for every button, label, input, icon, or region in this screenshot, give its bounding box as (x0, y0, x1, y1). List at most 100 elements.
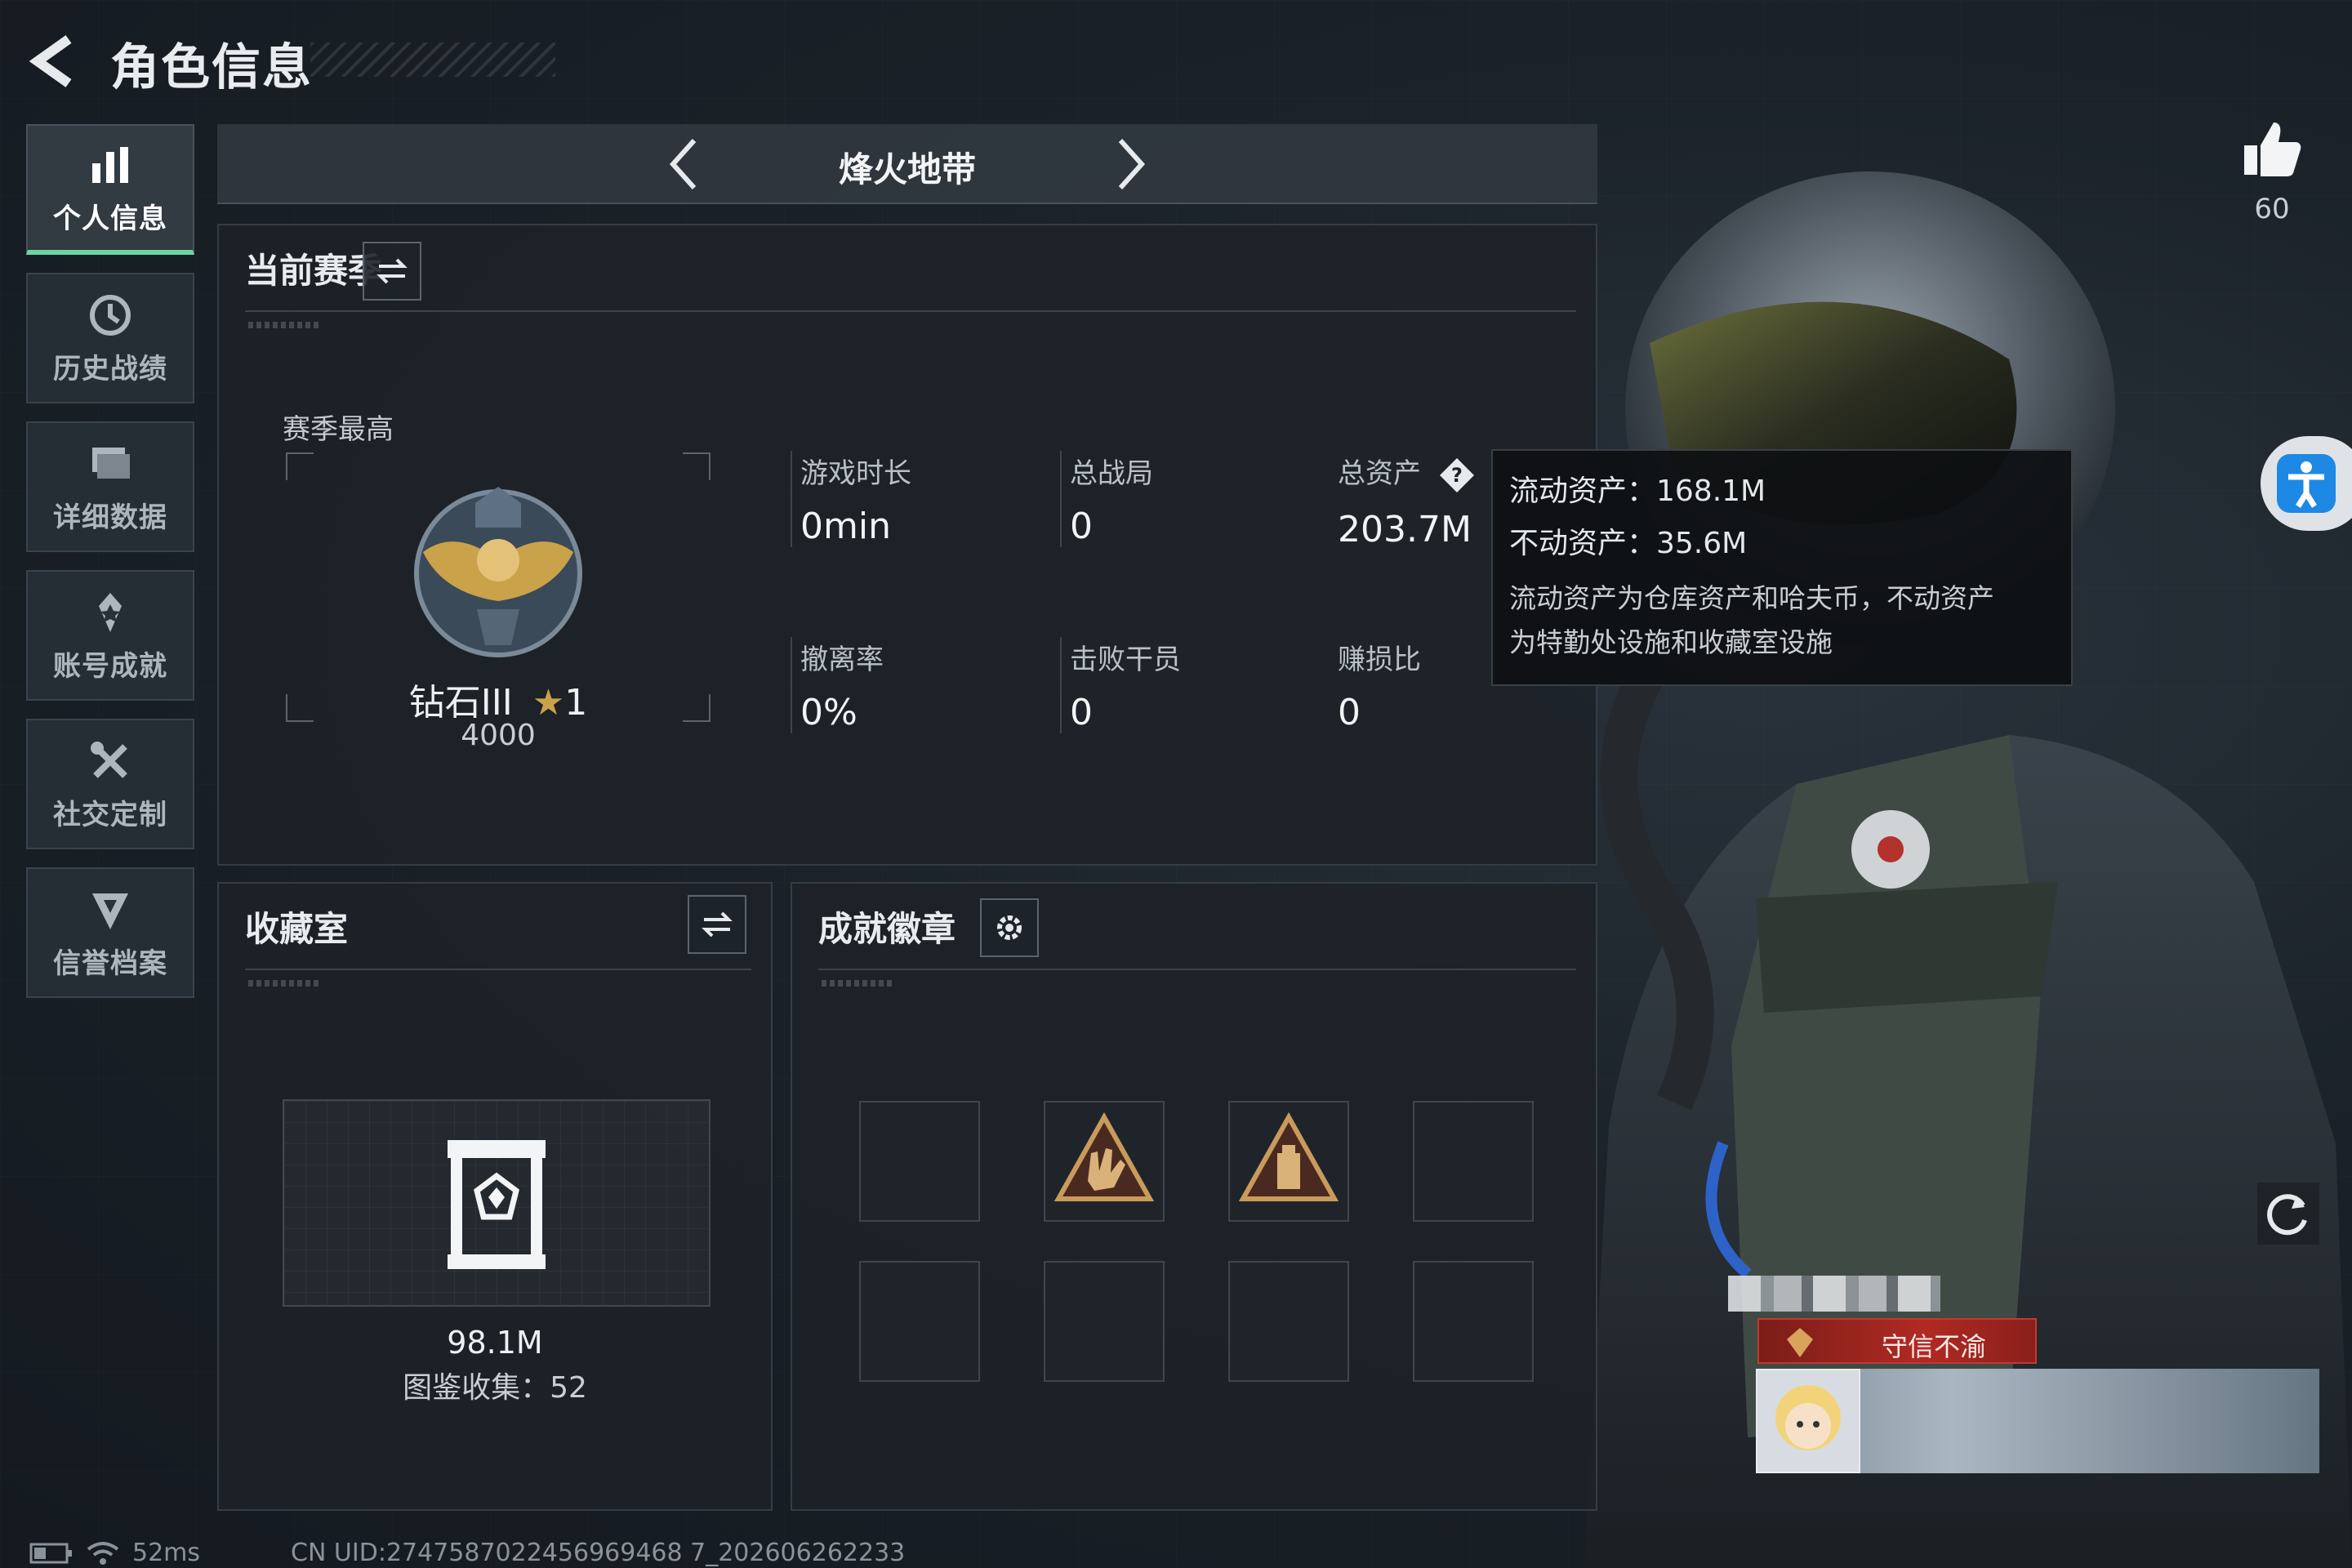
sidebar-item-label: 账号成就 (53, 649, 167, 683)
accessibility-icon (2277, 454, 2336, 513)
folder-data-icon (92, 447, 130, 479)
collection-switch-button[interactable] (688, 895, 746, 954)
collection-value: 98.1M (447, 1325, 543, 1361)
sidebar-item-credit-record[interactable]: 信誉档案 (26, 867, 194, 998)
badge-slot-empty[interactable] (859, 1101, 980, 1222)
avatar[interactable] (1756, 1369, 1860, 1473)
collection-count: 图鉴收集：52 (403, 1371, 587, 1405)
battery-icon (29, 1543, 72, 1563)
player-uid: CN UID:2747587022456969468 7_20260626223… (291, 1539, 906, 1567)
stat-value: 0 (1070, 692, 1093, 733)
stat-value: 0 (1070, 506, 1093, 547)
sidebar-item-personal-info[interactable]: 个人信息 (26, 124, 194, 255)
character-info-screen: 角色信息 个人信息 历史战绩 详细数据 账号成就 社交定制 信誉档案 烽火地带 … (0, 0, 2352, 1568)
badge-slot-empty[interactable] (1044, 1261, 1165, 1382)
sidebar-item-label: 信誉档案 (53, 947, 167, 980)
stat-kills: 击败干员 0 (1060, 637, 1305, 733)
display-case-icon (448, 1140, 546, 1269)
hand-sign-badge-icon (1054, 1111, 1155, 1201)
title-emblem-icon (1787, 1328, 1813, 1357)
sidebar-item-label: 社交定制 (53, 798, 167, 831)
panel-title: 收藏室 (245, 909, 349, 949)
thumbs-up-icon[interactable] (2239, 116, 2305, 181)
micro-decoration (248, 980, 322, 987)
stat-label: 总战局 (1070, 457, 1153, 490)
star-icon: ★ (532, 682, 565, 724)
rank-score: 4000 (461, 719, 536, 752)
stat-value: 0min (800, 506, 891, 547)
stat-value: 0% (800, 692, 858, 733)
collection-room-panel: 收藏室 98.1M 图鉴收集：52 (217, 882, 773, 1511)
badge-slot[interactable] (1044, 1101, 1165, 1222)
chevron-right-icon[interactable] (1099, 136, 1156, 193)
swap-icon (376, 258, 408, 284)
collection-display[interactable] (283, 1099, 710, 1307)
tooltip-description-1: 流动资产为仓库资产和哈夫币，不动资产 (1509, 582, 1994, 614)
title-decoration (310, 42, 555, 77)
mode-switcher: 烽火地带 (217, 124, 1597, 204)
assets-tooltip: 流动资产：168.1M 不动资产：35.6M 流动资产为仓库资产和哈夫币，不动资… (1491, 449, 2073, 686)
rank-stars: 1 (564, 682, 588, 724)
panel-title: 当前赛季 (245, 251, 383, 291)
micro-decoration (822, 980, 895, 987)
current-season-panel: 当前赛季 赛季最高 钻石III ★1 4000 游戏时长 0min 总战局 0 … (217, 224, 1597, 866)
badge-slot-empty[interactable] (1413, 1261, 1534, 1382)
badge-slot-empty[interactable] (1413, 1101, 1534, 1222)
sidebar-item-achievements[interactable]: 账号成就 (26, 570, 194, 701)
ping-value: 52ms (132, 1539, 201, 1567)
rank-name: 钻石III (408, 682, 513, 724)
stat-label: 总资产 (1338, 457, 1421, 490)
swap-icon (702, 911, 733, 938)
badge-slot-empty[interactable] (1228, 1261, 1349, 1382)
avatar-portrait (1775, 1385, 1841, 1450)
sidebar-item-detailed-data[interactable]: 详细数据 (26, 421, 194, 552)
badge-slot[interactable] (1228, 1101, 1349, 1222)
bar-chart-icon (92, 146, 128, 183)
help-icon[interactable]: ? (1438, 457, 1476, 494)
sidebar-item-history[interactable]: 历史战绩 (26, 273, 194, 403)
micro-decoration (248, 322, 322, 328)
sidebar-item-label: 个人信息 (53, 202, 167, 235)
rotate-view-icon[interactable] (2256, 1181, 2321, 1246)
panel-title: 成就徽章 (818, 909, 956, 949)
mosaic-name-blur (1728, 1276, 1940, 1312)
sidebar-item-social-custom[interactable]: 社交定制 (26, 719, 194, 849)
tooltip-description-2: 为特勤处设施和收藏室设施 (1509, 626, 1833, 658)
like-count: 60 (2254, 193, 2290, 225)
divider (245, 310, 1576, 312)
status-footer: 52ms CN UID:2747587022456969468 7_202606… (29, 1539, 905, 1567)
stat-playtime: 游戏时长 0min (791, 451, 1036, 547)
achievement-badges-panel: 成就徽章 (791, 882, 1597, 1511)
stat-extract-rate: 撤离率 0% (791, 637, 1036, 733)
usb-drive-badge-icon (1238, 1111, 1339, 1201)
achievement-star-icon (99, 592, 122, 632)
tools-wrench-icon (91, 741, 127, 778)
stat-total-matches: 总战局 0 (1060, 451, 1305, 547)
page-title: 角色信息 (110, 39, 313, 96)
player-title-text: 守信不渝 (1881, 1331, 1986, 1362)
gear-icon (997, 915, 1022, 940)
accessibility-button[interactable] (2261, 436, 2352, 531)
rank-name-row: 钻石III ★1 (286, 673, 710, 725)
divider (818, 969, 1576, 970)
divider (245, 969, 751, 970)
stat-label: 击败干员 (1070, 644, 1181, 676)
badge-slot-empty[interactable] (859, 1261, 980, 1382)
mode-title: 烽火地带 (838, 149, 976, 189)
season-switch-button[interactable] (363, 242, 421, 301)
stat-label: 游戏时长 (800, 457, 911, 490)
stat-value: 0 (1338, 692, 1361, 733)
tooltip-liquid-assets: 流动资产：168.1M (1509, 474, 1766, 508)
season-best-label: 赛季最高 (283, 413, 394, 446)
back-arrow-icon[interactable] (26, 33, 83, 90)
sidebar-nav: 个人信息 历史战绩 详细数据 账号成就 社交定制 信誉档案 (26, 124, 194, 1016)
player-title-chip[interactable]: 守信不渝 (1757, 1318, 2037, 1364)
rank-diamond-eagle-icon (414, 487, 582, 657)
sidebar-item-label: 详细数据 (53, 501, 167, 534)
tooltip-fixed-assets: 不动资产：35.6M (1509, 527, 1748, 560)
badge-settings-button[interactable] (980, 898, 1039, 957)
wifi-icon (87, 1541, 119, 1565)
history-clock-icon (90, 294, 131, 336)
sidebar-item-label: 历史战绩 (53, 352, 167, 385)
shield-badge-icon (92, 893, 128, 929)
